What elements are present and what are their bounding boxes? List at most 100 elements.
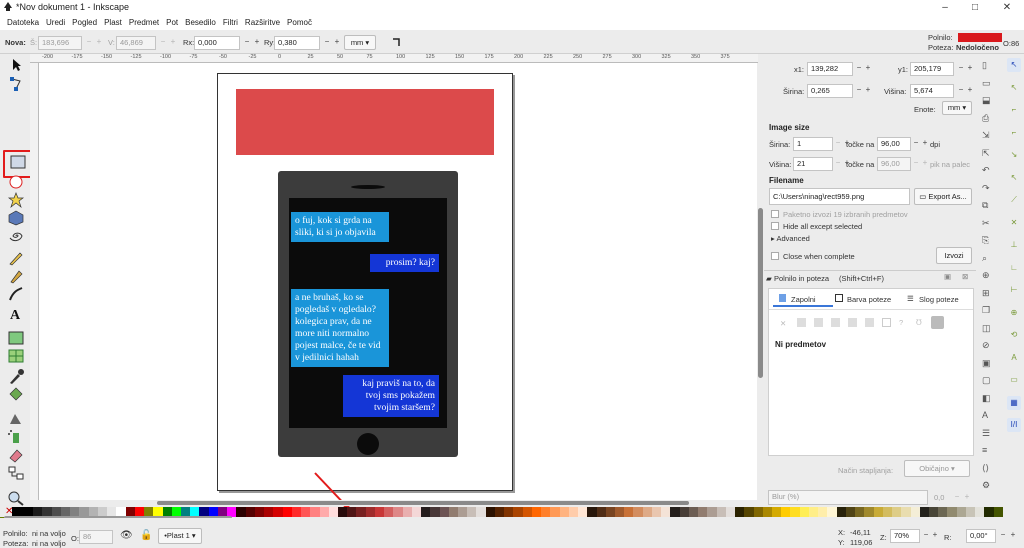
snap-intersection-icon[interactable]: ✕ [1007,216,1021,230]
palette-swatch[interactable] [365,507,375,517]
import-icon[interactable]: ⇲ [982,130,994,142]
palette-swatch[interactable] [504,507,514,517]
palette-swatch[interactable] [596,507,606,517]
palette-swatch[interactable] [587,507,597,517]
y1-field[interactable]: 205,179 [910,62,954,76]
palette-swatch[interactable] [467,507,477,517]
palette-swatch[interactable] [855,507,865,517]
ry-decrement[interactable]: − [322,37,332,46]
pattern-button[interactable] [865,318,874,327]
snap-path-icon[interactable]: ⟋ [1007,193,1021,207]
palette-swatch[interactable] [494,507,505,517]
palette-swatch[interactable] [559,507,569,517]
tab-stroke-paint[interactable]: Barva poteze [835,291,901,307]
fill-stroke-icon[interactable]: ◧ [982,393,994,405]
palette-swatch[interactable] [310,507,320,517]
fill-swatch[interactable] [958,33,1002,42]
menu-help[interactable]: Pomoč [287,16,312,30]
export-width-increment[interactable]: + [863,85,873,94]
print-icon[interactable]: ⎙ [982,113,994,125]
height-field[interactable]: 46,869 [116,36,156,50]
export-as-button[interactable]: ▭ Export As... [914,188,972,205]
snap-smooth-icon[interactable]: ∟ [1007,261,1021,275]
message-bubble-2[interactable]: prosim? kaj? [370,254,439,272]
preferences-icon[interactable]: ⚙ [982,480,994,492]
palette-swatch[interactable] [892,507,902,517]
maximize-button[interactable]: □ [960,0,990,16]
fill-rule-nonzero-icon[interactable] [931,316,944,329]
panel-float-icon[interactable]: ▣ [944,272,951,281]
status-opacity-field[interactable]: 86 [79,530,113,544]
undo-icon[interactable]: ↶ [982,165,994,177]
palette-swatch[interactable] [356,507,366,517]
palette-swatch[interactable] [448,507,459,517]
height-decrement[interactable]: − [158,37,168,46]
snap-center-icon[interactable]: ⊕ [1007,306,1021,320]
dpi-increment[interactable]: + [920,138,930,147]
palette-swatch[interactable] [337,507,348,517]
tab-fill[interactable]: Zapolni [773,291,833,307]
palette-swatch[interactable] [808,507,819,517]
mesh-tool-icon[interactable] [7,348,25,364]
palette-swatch[interactable] [578,507,588,517]
snap-bbox-edge-icon[interactable]: ⌐ [1007,103,1021,117]
palette-swatch[interactable] [421,507,431,517]
layers-icon[interactable]: ☰ [982,428,994,440]
palette-swatch[interactable] [956,507,966,517]
minimize-button[interactable]: – [930,0,960,16]
fill-rule-evenodd-icon[interactable]: ℧ [916,318,922,327]
horizontal-scroll-thumb[interactable] [157,501,689,505]
paint-bucket-tool-icon[interactable] [7,386,25,402]
copy-icon[interactable]: ⧉ [982,200,994,212]
palette-swatch[interactable] [993,507,1003,517]
y1-increment[interactable]: + [965,63,975,72]
palette-swatch[interactable] [975,507,985,517]
palette-swatch[interactable] [670,507,680,517]
palette-swatch[interactable] [374,507,385,517]
palette-swatch[interactable] [836,507,846,517]
radial-gradient-button[interactable] [831,318,840,327]
node-tool-icon[interactable] [7,76,25,92]
palette-swatch[interactable] [984,507,994,517]
palette-swatch[interactable] [827,507,837,517]
palette-swatch[interactable] [328,507,338,517]
xml-editor-icon[interactable]: ⟨⟩ [982,463,994,475]
vertical-scroll-thumb[interactable] [758,208,763,378]
rotation-increment[interactable]: + [1008,530,1018,539]
clone-icon[interactable]: ◫ [982,323,994,335]
palette-swatch[interactable] [698,507,708,517]
palette-swatch[interactable] [707,507,717,517]
palette-swatch[interactable] [384,507,394,517]
width-decrement[interactable]: − [84,37,94,46]
tab-stroke-style[interactable]: ☰ Slog poteze [907,291,975,307]
palette-swatch[interactable] [291,507,302,517]
image-width-field[interactable]: 1 [793,137,833,151]
linear-gradient-button[interactable] [814,318,823,327]
connector-tool-icon[interactable] [7,465,25,481]
spray-tool-icon[interactable] [7,428,25,444]
ry-field[interactable]: 0,380 [274,36,320,50]
zoom-increment[interactable]: + [930,530,940,539]
rectangle-tool-icon[interactable] [9,154,27,170]
palette-swatch[interactable] [910,507,920,517]
message-bubble-4[interactable]: kaj praviš na to, da tvoj sms pokažem tv… [343,375,439,417]
palette-swatch[interactable] [301,507,311,517]
text-font-icon[interactable]: A [982,410,994,422]
palette-swatch[interactable] [439,507,449,517]
zoom-drawing-icon[interactable]: ⊕ [982,270,994,282]
3d-box-tool-icon[interactable] [7,210,25,226]
snap-text-baseline-icon[interactable]: A [1007,351,1021,365]
palette-swatch[interactable] [679,507,689,517]
palette-swatch[interactable] [864,507,874,517]
swatch-button[interactable] [882,318,891,327]
palette-swatch[interactable] [661,507,671,517]
pencil-tool-icon[interactable] [7,250,25,266]
palette-swatch[interactable] [531,507,542,517]
width-increment[interactable]: + [94,37,104,46]
palette-swatch[interactable] [753,507,763,517]
palette-swatch[interactable] [642,507,652,517]
rx-decrement[interactable]: − [242,37,252,46]
width-field[interactable]: 183,696 [38,36,82,50]
blur-decrement[interactable]: − [952,492,962,501]
message-bubble-1[interactable]: o fuj, kok si grda na sliki, ki si jo ob… [291,212,389,242]
